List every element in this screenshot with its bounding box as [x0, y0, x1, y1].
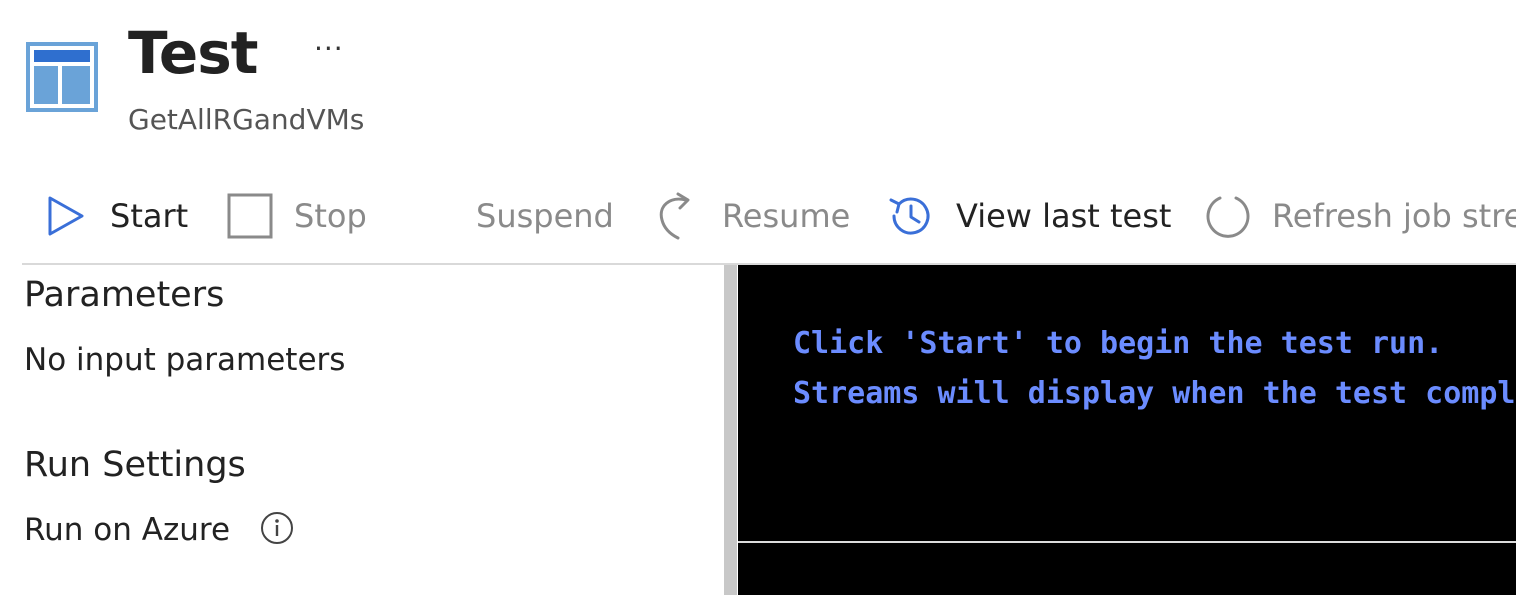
run-settings-text: Run on Azure	[24, 512, 231, 548]
resume-button[interactable]: Resume	[656, 180, 850, 252]
console-line: Click 'Start' to begin the test run.	[793, 326, 1444, 361]
runbook-icon	[26, 42, 98, 112]
stop-label: Stop	[294, 197, 367, 235]
info-circle-icon[interactable]	[260, 511, 294, 545]
page-subtitle: GetAllRGandVMs	[128, 103, 365, 136]
suspend-button[interactable]: Suspend	[476, 180, 614, 252]
view-last-test-label: View last test	[956, 197, 1172, 235]
play-icon	[48, 196, 84, 236]
run-settings-heading: Run Settings	[24, 445, 246, 485]
stop-button[interactable]: Stop	[226, 180, 367, 252]
output-console: Click 'Start' to begin the test run. Str…	[738, 265, 1516, 541]
parameters-heading: Parameters	[24, 275, 225, 315]
output-console-lower	[738, 543, 1516, 595]
refresh-job-streams-button[interactable]: Refresh job streams	[1204, 180, 1516, 252]
resume-label: Resume	[722, 197, 851, 235]
suspend-label: Suspend	[476, 197, 614, 235]
history-clock-icon	[889, 197, 930, 235]
test-pane: Test ··· GetAllRGandVMs Start Stop Suspe…	[0, 0, 1516, 595]
parameters-text: No input parameters	[24, 342, 346, 378]
toolbar: Start Stop Suspend Resume View last test…	[0, 180, 1516, 252]
pane-splitter[interactable]	[724, 265, 737, 595]
more-options-button[interactable]: ···	[314, 34, 344, 64]
refresh-icon	[1206, 196, 1250, 238]
view-last-test-button[interactable]: View last test	[886, 180, 1171, 252]
console-line: Streams will display when the test compl…	[793, 376, 1516, 411]
start-label: Start	[110, 197, 189, 235]
stop-icon	[227, 193, 273, 239]
refresh-label: Refresh job streams	[1272, 197, 1516, 235]
start-button[interactable]: Start	[44, 180, 188, 252]
redo-arrow-icon	[659, 192, 690, 240]
page-title: Test	[128, 19, 258, 87]
